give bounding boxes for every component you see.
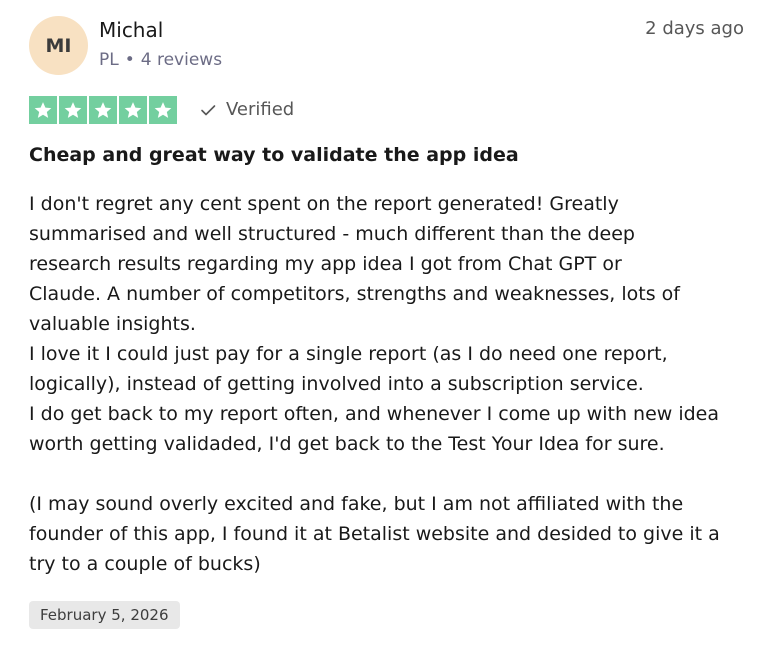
separator-dot: • [124,50,135,70]
star-icon [59,96,87,124]
review-line: Claude. A number of competitors, strengt… [29,283,680,305]
review-line: logically), instead of getting involved … [29,373,644,395]
review-line: I do get back to my report often, and wh… [29,403,720,425]
star-icon [149,96,177,124]
star-rating [29,96,177,124]
review-paragraph: I don't regret any cent spent on the rep… [29,189,754,459]
reviewer-review-count: 4 reviews [140,50,223,70]
check-icon [200,102,216,118]
review-body: I don't regret any cent spent on the rep… [29,189,754,579]
review-line: try to a couple of bucks) [29,553,261,575]
review-line: summarised and well structured - much di… [29,223,635,245]
review-line: founder of this app, I found it at Betal… [29,523,720,545]
review-line: (I may sound overly excited and fake, bu… [29,493,684,515]
review-line: I don't regret any cent spent on the rep… [29,193,619,215]
star-icon [119,96,147,124]
experience-date-badge: February 5, 2026 [29,601,180,629]
review-line: worth getting validaded, I'd get back to… [29,433,665,455]
reviewer-country: PL [99,50,119,70]
review-posted-time: 2 days ago [645,18,744,39]
review-card: MI Michal PL • 4 reviews 2 days ago Veri… [0,0,775,647]
verified-label: Verified [226,99,295,120]
review-line: valuable insights. [29,313,196,335]
review-line: I love it I could just pay for a single … [29,343,668,365]
star-icon [89,96,117,124]
reviewer-name[interactable]: Michal [99,17,163,43]
star-icon [29,96,57,124]
review-line: research results regarding my app idea I… [29,253,622,275]
reviewer-meta: PL • 4 reviews [99,49,222,71]
review-title[interactable]: Cheap and great way to validate the app … [29,142,519,168]
review-paragraph: (I may sound overly excited and fake, bu… [29,489,754,579]
verified-badge[interactable]: Verified [200,98,294,122]
avatar[interactable]: MI [29,16,88,75]
